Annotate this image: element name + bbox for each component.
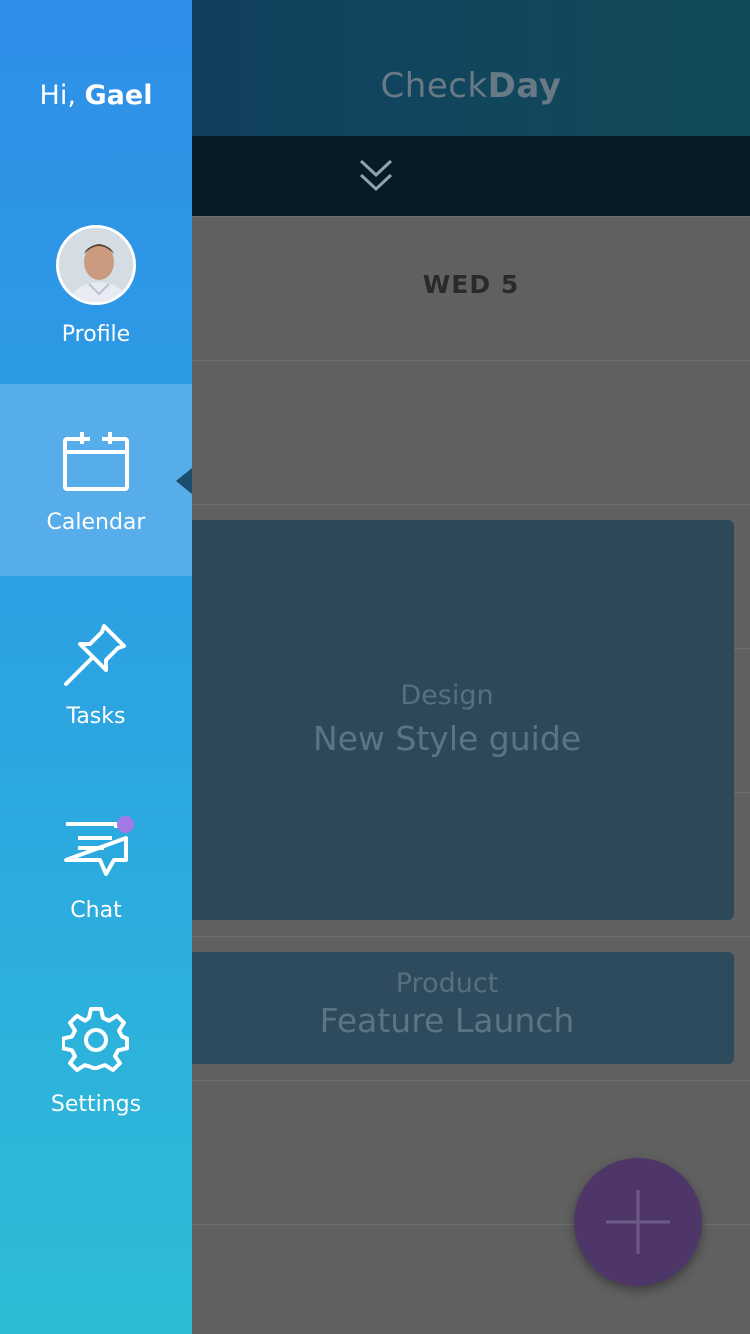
nav-item-tasks[interactable]: Tasks — [0, 600, 192, 760]
event-card[interactable]: Product Feature Launch — [160, 952, 734, 1064]
nav-item-label: Tasks — [66, 704, 126, 729]
gear-icon — [62, 1006, 129, 1072]
double-chevron-down-icon[interactable] — [358, 156, 394, 196]
day-label: WED 5 — [422, 270, 520, 299]
event-category: Design — [400, 680, 494, 711]
event-card[interactable]: Design New Style guide — [160, 520, 734, 920]
nav-item-label: Chat — [70, 898, 122, 923]
plus-icon — [606, 1190, 670, 1254]
side-drawer: Hi, Gael Profile Calendar Tasks Chat Set… — [0, 0, 192, 1334]
nav-item-settings[interactable]: Settings — [0, 990, 192, 1140]
nav-item-label: Calendar — [46, 510, 146, 535]
active-indicator — [176, 468, 192, 494]
event-category: Product — [395, 968, 499, 999]
notification-badge — [117, 816, 134, 833]
calendar-icon — [63, 432, 129, 491]
app-title: CheckDay — [380, 66, 562, 106]
divider — [192, 936, 750, 937]
event-title: New Style guide — [312, 719, 582, 758]
add-event-button[interactable] — [574, 1158, 702, 1286]
nav-item-calendar[interactable]: Calendar — [0, 384, 192, 576]
avatar[interactable] — [56, 225, 136, 305]
pushpin-icon — [64, 624, 126, 686]
divider — [192, 216, 750, 217]
divider — [192, 504, 750, 505]
event-title: Feature Launch — [319, 1001, 575, 1040]
divider — [192, 1080, 750, 1081]
nav-item-label: Profile — [61, 322, 131, 347]
divider — [192, 360, 750, 361]
nav-item-chat[interactable]: Chat — [0, 800, 192, 950]
nav-item-label: Settings — [50, 1092, 142, 1117]
greeting: Hi, Gael — [39, 80, 153, 111]
